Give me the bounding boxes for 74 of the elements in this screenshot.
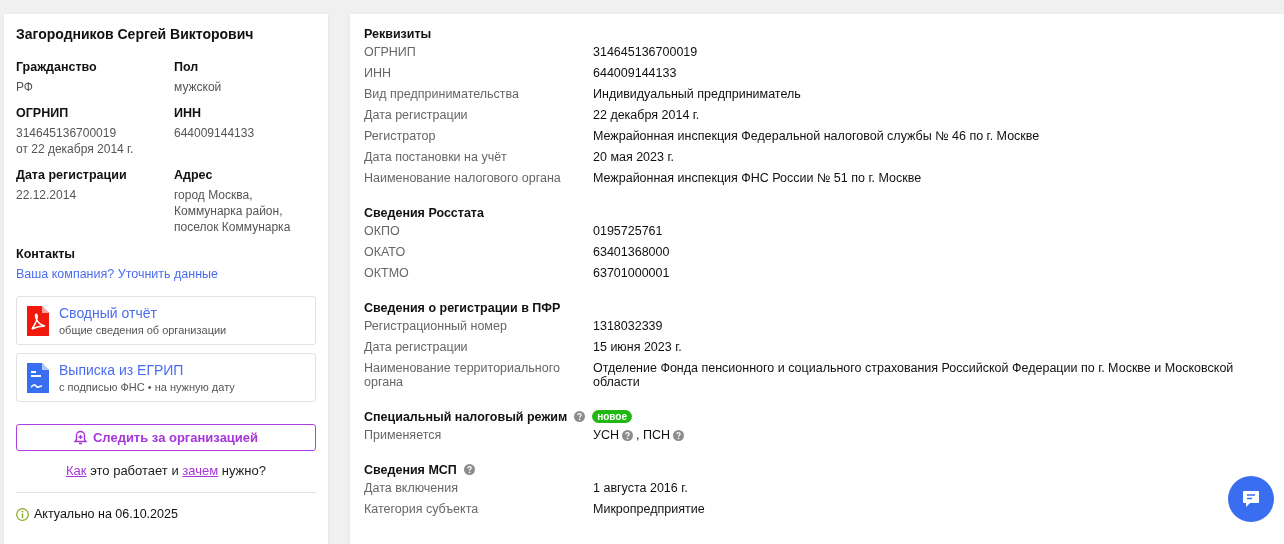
field-label: Пол <box>174 60 200 74</box>
document-subtitle: общие сведения об организации <box>59 324 227 336</box>
row-value: 63401368000 <box>593 245 671 259</box>
row-label: ОКТМО <box>364 266 410 280</box>
row-label: ОКПО <box>364 224 401 238</box>
document-title: Сводный отчёт <box>59 305 158 321</box>
field-value: 644009144133 <box>174 125 256 141</box>
section-heading: Сведения МСП <box>364 462 457 477</box>
field-label: ОГРНИП <box>16 106 70 120</box>
field-label: Адрес <box>174 168 214 182</box>
field-label: ИНН <box>174 106 203 120</box>
row-label: Наименование территориального органа <box>364 361 561 389</box>
section-heading: Специальный налоговый режим <box>364 409 568 424</box>
document-card[interactable]: Выписка из ЕГРИП с подписью ФНС • на нужную дату <box>16 353 316 402</box>
row-value: 20 мая 2023 г. <box>593 150 675 164</box>
row-value: , ПСН <box>636 428 670 442</box>
person-name: Загородников Сергей Викторович <box>16 26 255 42</box>
row-label: Дата регистрации <box>364 108 469 122</box>
field-value: 314645136700019 от 22 декабря 2014 г. <box>16 125 135 157</box>
help-icon[interactable] <box>463 464 475 475</box>
row-value: 0195725761 <box>593 224 664 238</box>
row-label: Регистратор <box>364 129 437 143</box>
row-label: ИНН <box>364 66 393 80</box>
row-value: Межрайонная инспекция Федеральной налоговой службы № 46 по г. Москве <box>593 129 1041 143</box>
clarify-data-link[interactable]: Ваша компания? Уточнить данные <box>16 267 218 281</box>
help-link[interactable]: Как <box>66 463 87 478</box>
row-label: Регистрационный номер <box>364 319 508 333</box>
row-value: Микропредприятие <box>593 502 706 516</box>
row-label: Дата постановки на учёт <box>364 150 508 164</box>
bell-icon <box>73 430 87 445</box>
row-label: Дата включения <box>364 481 459 495</box>
field-label: Гражданство <box>16 60 98 74</box>
row-value: Индивидуальный предприниматель <box>593 87 802 101</box>
row-label: Наименование налогового органа <box>364 171 562 185</box>
row-value: Отделение Фонда пенсионного и социального страхования Российской Федерации по г. Москве и Московской области <box>593 361 1235 389</box>
how-it-works-text: Как это работает и зачем нужно? <box>65 463 267 478</box>
field-value: РФ <box>16 79 34 95</box>
section-heading: Сведения о регистрации в ПФР <box>364 300 561 315</box>
row-label: Вид предпринимательства <box>364 87 520 101</box>
row-value: 1318032339 <box>593 319 664 333</box>
follow-button[interactable]: Следить за организацией <box>16 424 316 451</box>
field-value: мужской <box>174 79 223 95</box>
field-value: город Москва, Коммунарка район, поселок Коммунарка <box>174 187 292 235</box>
help-icon[interactable] <box>622 429 633 441</box>
row-label: Категория субъекта <box>364 502 480 516</box>
updated-date: Актуально на 06.10.2025 <box>34 507 178 521</box>
field-label: Дата регистрации <box>16 168 128 182</box>
section-heading: Реквизиты <box>364 26 432 41</box>
row-value: УСН <box>593 428 619 442</box>
row-value: 314645136700019 <box>593 45 699 59</box>
chat-icon <box>1241 489 1261 509</box>
row-label: Дата регистрации <box>364 340 469 354</box>
info-icon <box>16 507 29 521</box>
row-label: ОКАТО <box>364 245 407 259</box>
document-card[interactable]: Сводный отчёт общие сведения об организации <box>16 296 316 345</box>
help-link[interactable]: зачем <box>182 463 219 478</box>
section-heading: Сведения Росстата <box>364 205 484 220</box>
row-value: 63701000001 <box>593 266 671 280</box>
row-label: ОГРНИП <box>364 45 417 59</box>
document-subtitle: с подписью ФНС • на нужную дату <box>59 381 235 393</box>
row-value: 644009144133 <box>593 66 678 80</box>
section-heading: Контакты <box>16 247 76 261</box>
row-value: Межрайонная инспекция ФНС России № 51 по г. Москве <box>593 171 923 185</box>
help-icon[interactable] <box>673 429 684 441</box>
new-badge: новое <box>592 410 633 423</box>
help-icon[interactable] <box>574 411 586 422</box>
row-label: Применяется <box>364 428 443 442</box>
row-value: 22 декабря 2014 г. <box>593 108 701 122</box>
pdf-file-icon <box>27 305 49 336</box>
field-value: 22.12.2014 <box>16 187 78 203</box>
row-value: 1 августа 2016 г. <box>593 481 689 495</box>
document-icon <box>27 362 49 393</box>
document-title: Выписка из ЕГРИП <box>59 362 185 378</box>
row-value: 15 июня 2023 г. <box>593 340 683 354</box>
